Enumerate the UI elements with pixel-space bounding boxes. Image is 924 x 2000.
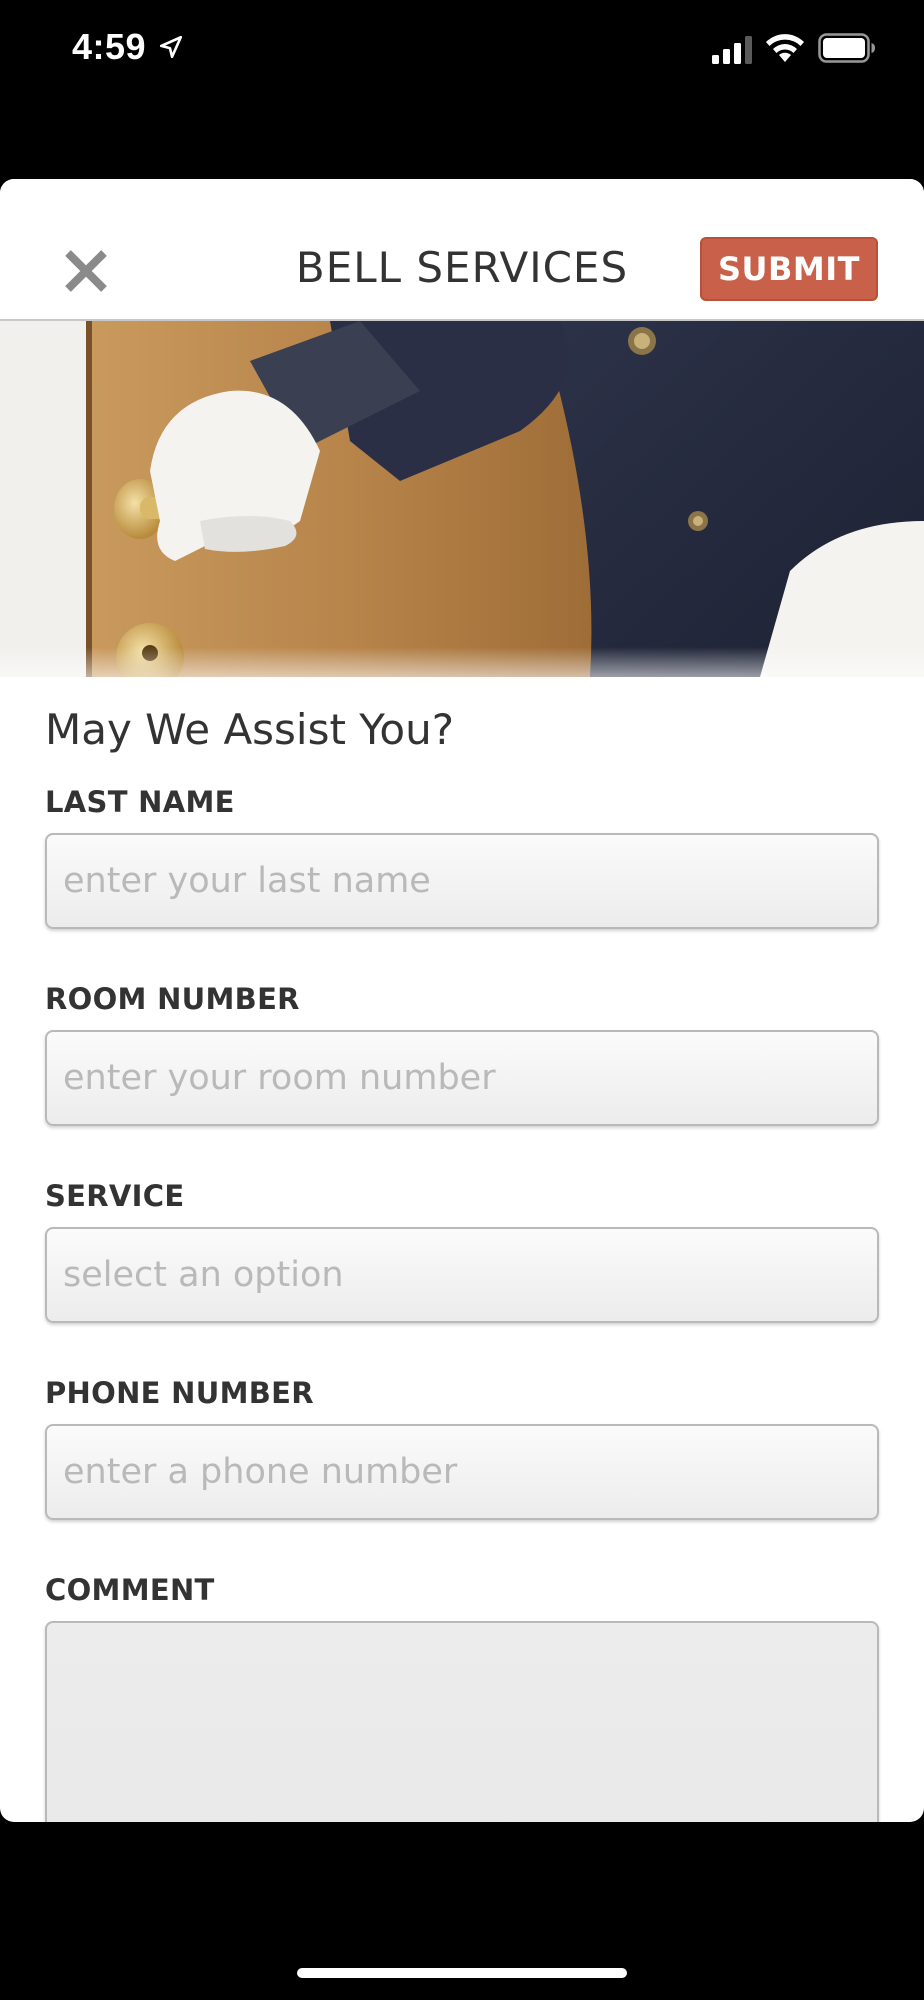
wifi-icon bbox=[766, 34, 804, 62]
room-number-label: ROOM NUMBER bbox=[45, 982, 300, 1016]
status-bar: 4:59 bbox=[0, 0, 924, 100]
last-name-label: LAST NAME bbox=[45, 785, 235, 819]
cellular-signal-icon bbox=[712, 36, 752, 64]
bellman-door-illustration bbox=[0, 321, 924, 677]
last-name-placeholder: enter your last name bbox=[63, 861, 431, 901]
service-placeholder: select an option bbox=[63, 1255, 344, 1295]
phone-number-input[interactable]: enter a phone number bbox=[45, 1424, 879, 1520]
sheet-header: BELL SERVICES SUBMIT bbox=[0, 179, 924, 321]
battery-icon bbox=[818, 33, 875, 63]
last-name-input[interactable]: enter your last name bbox=[45, 833, 879, 929]
comment-label: COMMENT bbox=[45, 1573, 215, 1607]
home-indicator[interactable] bbox=[297, 1968, 627, 1978]
service-label: SERVICE bbox=[45, 1179, 185, 1213]
comment-textarea[interactable] bbox=[45, 1621, 879, 1822]
service-select[interactable]: select an option bbox=[45, 1227, 879, 1323]
room-number-input[interactable]: enter your room number bbox=[45, 1030, 879, 1126]
hero-image bbox=[0, 321, 924, 677]
status-time: 4:59 bbox=[72, 26, 147, 67]
app-screen: 4:59 BELL SERVICES SUBMIT May We Assist … bbox=[0, 0, 924, 2000]
location-arrow-icon bbox=[159, 35, 183, 59]
phone-number-label: PHONE NUMBER bbox=[45, 1376, 314, 1410]
form-heading: May We Assist You? bbox=[45, 705, 454, 754]
phone-number-placeholder: enter a phone number bbox=[63, 1452, 458, 1492]
bell-services-sheet: BELL SERVICES SUBMIT May We Assist You? … bbox=[0, 179, 924, 1822]
submit-button[interactable]: SUBMIT bbox=[700, 237, 878, 301]
room-number-placeholder: enter your room number bbox=[63, 1058, 496, 1098]
